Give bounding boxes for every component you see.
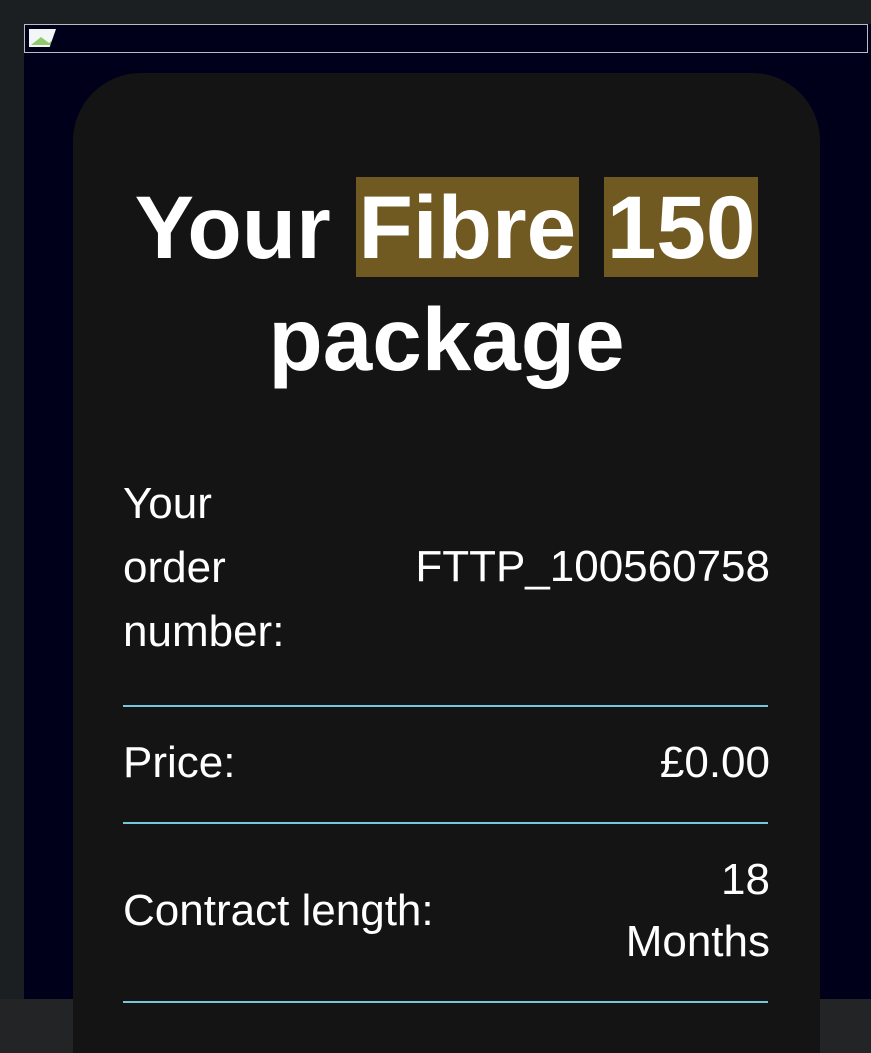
order-number-label: Your order number: <box>123 472 284 664</box>
price-label: Price: <box>123 738 236 787</box>
browser-top-strip <box>0 0 871 24</box>
divider <box>123 1001 768 1003</box>
page-title: Your Fibre 150 package <box>73 171 820 395</box>
email-content-frame: Your Fibre 150 package Your order number… <box>24 24 871 1053</box>
title-plan-name: Fibre <box>355 177 580 277</box>
order-number-label-line: order <box>123 543 226 592</box>
title-plan-speed: 150 <box>603 177 759 277</box>
contract-length-value-line: 18 <box>721 855 770 904</box>
contract-length-label: Contract length: <box>123 886 434 935</box>
package-summary-card: Your Fibre 150 package Your order number… <box>73 73 820 1053</box>
divider <box>123 822 768 824</box>
title-prefix: Your <box>134 177 331 277</box>
divider <box>123 705 768 707</box>
broken-image-icon <box>29 29 67 49</box>
order-number-label-line: number: <box>123 607 285 656</box>
contract-length-value-line: Months <box>625 917 770 966</box>
left-gutter <box>0 24 24 999</box>
price-value: £0.00 <box>659 738 770 787</box>
order-number-label-line: Your <box>123 479 212 528</box>
contract-length-value: 18 Months <box>626 849 770 973</box>
title-suffix: package <box>268 289 625 389</box>
header-image-placeholder <box>24 24 868 53</box>
order-number-value: FTTP_100560758 <box>415 542 770 591</box>
